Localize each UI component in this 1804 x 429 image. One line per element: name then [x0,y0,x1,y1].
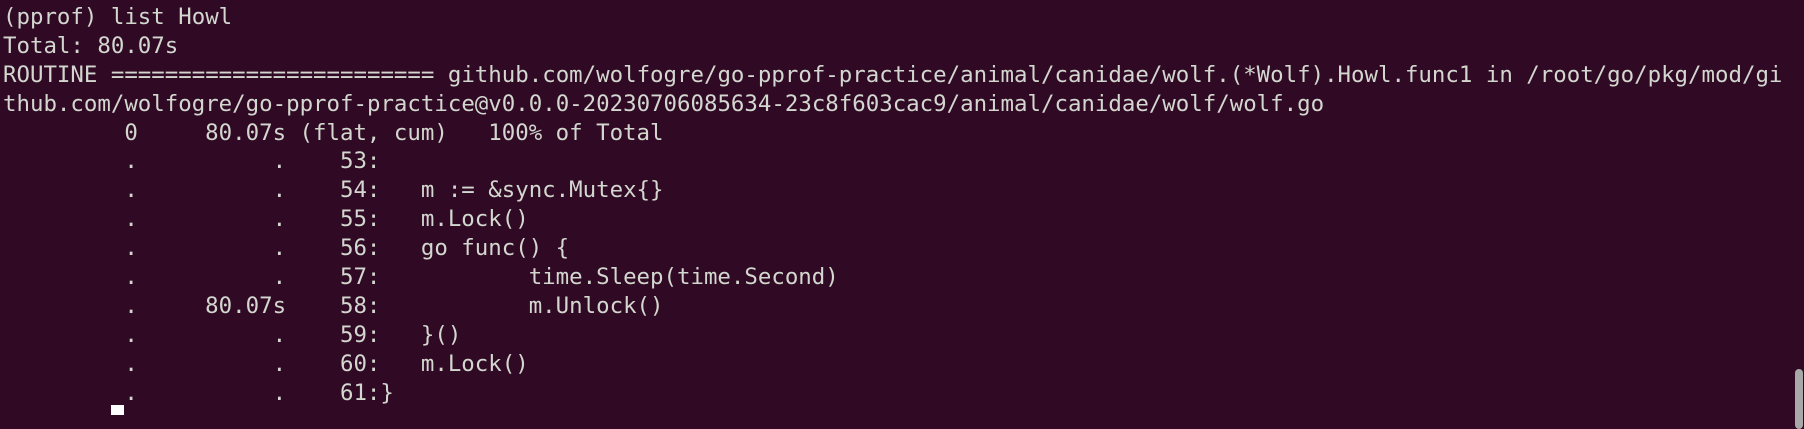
summary-text: (flat, cum) 100% of Total [299,119,664,146]
flat-value: . [124,379,138,406]
routine-line: ROUTINE ======================== github.… [3,61,1783,88]
cum-value: . [272,264,287,291]
total-line: Total: 80.07s [3,32,179,59]
source-code: go func() { [380,235,570,262]
line-number: 58: [339,292,381,319]
flat-value: . [124,350,138,377]
listing-row: .. 61:} [3,379,1804,408]
flat-value: . [124,148,138,175]
line-number: 57: [339,264,381,291]
source-code: }() [380,321,462,348]
routine-line-wrapped: thub.com/wolfogre/go-pprof-practice@v0.0… [3,90,1325,117]
listing-row: .. 57: time.Sleep(time.Second) [3,263,1804,292]
terminal-cursor [111,405,124,415]
listing-row: .. 60: m.Lock() [3,350,1804,379]
line-number: 61: [339,379,381,406]
flat-value: . [124,321,138,348]
cum-value: . [272,379,287,406]
line-number: 59: [339,321,381,348]
listing-row: .. 53: [3,147,1804,176]
source-code: } [380,379,394,406]
source-code: m := &sync.Mutex{} [380,177,664,204]
flat-value: . [124,235,138,262]
summary-cum: 80.07s [205,119,287,146]
source-code: time.Sleep(time.Second) [380,264,839,291]
line-number: 60: [339,350,381,377]
flat-value: . [124,264,138,291]
summary-row: 0 80.07s (flat, cum) 100% of Total [3,119,1804,148]
listing-row: .. 59: }() [3,321,1804,350]
cum-value: 80.07s [205,292,287,319]
flat-value: . [124,177,138,204]
scrollbar-thumb[interactable] [1795,369,1803,429]
prompt-line: (pprof) list Howl [3,4,233,30]
line-number: 54: [339,177,381,204]
cum-value: . [272,206,287,233]
source-code: m.Lock() [380,350,529,377]
summary-flat: 0 [124,119,138,146]
line-number: 56: [339,235,381,262]
source-code: m.Lock() [380,206,529,233]
listing-row: .. 55: m.Lock() [3,205,1804,234]
cum-value: . [272,177,287,204]
cum-value: . [272,321,287,348]
cum-value: . [272,235,287,262]
line-number: 55: [339,206,381,233]
terminal-output[interactable]: (pprof) list Howl Total: 80.07s ROUTINE … [3,3,1804,407]
listing-row: .. 56: go func() { [3,234,1804,263]
listing-row: .. 54: m := &sync.Mutex{} [3,176,1804,205]
listing-row: . 80.07s 58: m.Unlock() [3,292,1804,321]
flat-value: . [124,206,138,233]
flat-value: . [124,292,138,319]
cum-value: . [272,148,287,175]
source-code: m.Unlock() [380,292,664,319]
cum-value: . [272,350,287,377]
line-number: 53: [339,148,381,175]
